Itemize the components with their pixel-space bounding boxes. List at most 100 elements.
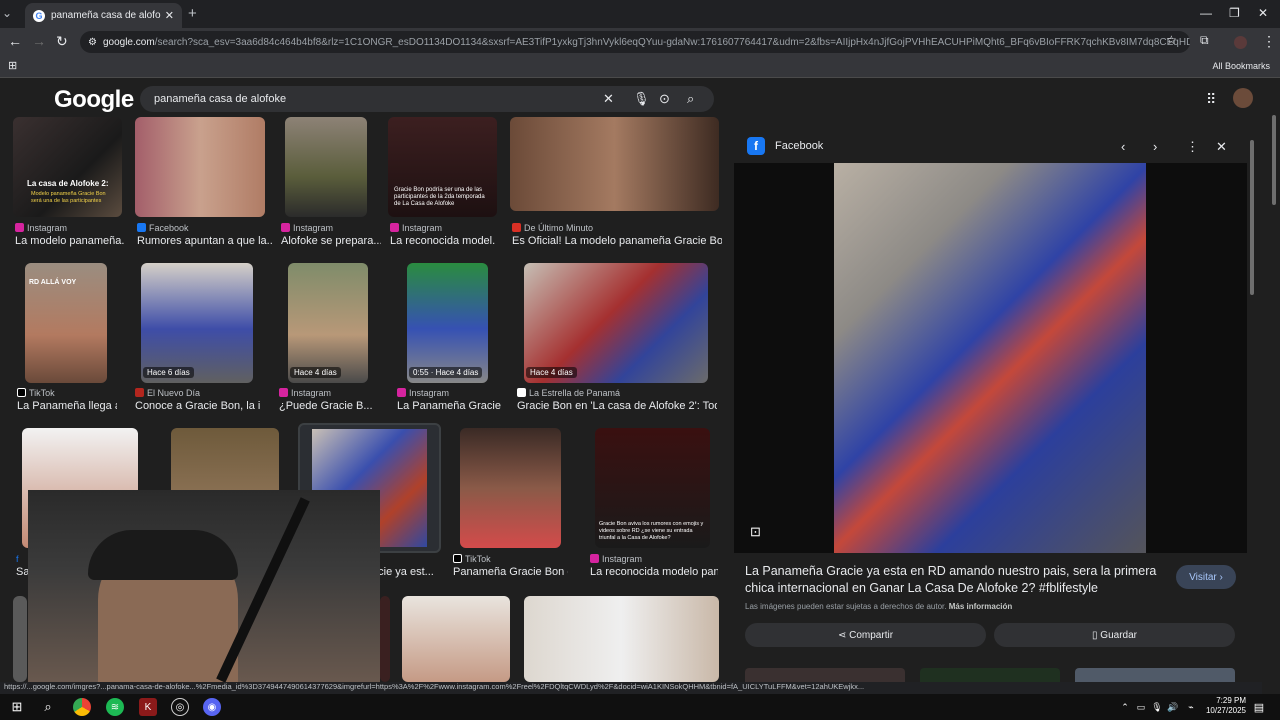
panel-scrollbar[interactable] xyxy=(1250,140,1254,295)
preview-photo xyxy=(834,163,1146,553)
facebook-icon: f xyxy=(747,137,765,155)
url-host: google.com xyxy=(102,36,155,48)
volume-icon[interactable]: 🔊 xyxy=(1164,698,1182,716)
result-image[interactable]: 0:55 · Hace 4 días xyxy=(407,263,488,383)
app-icon[interactable]: K xyxy=(139,698,157,716)
tab-title: panameña casa de alofoke - Bu xyxy=(51,10,161,21)
save-button[interactable]: ▯ Guardar xyxy=(994,623,1235,647)
related-image[interactable] xyxy=(1075,668,1235,682)
lens-icon[interactable]: ⊙ xyxy=(659,91,670,107)
network-icon[interactable]: ⌁ xyxy=(1182,698,1200,716)
result-caption[interactable]: Panameña Gracie Bon e... xyxy=(453,566,568,578)
apps-grid-icon[interactable]: ⊞ xyxy=(8,59,17,72)
avatar[interactable] xyxy=(1233,88,1253,108)
result-image[interactable] xyxy=(510,117,719,211)
reload-icon[interactable]: ↻ xyxy=(56,33,68,50)
bookmark-star-icon[interactable]: ☆ xyxy=(1166,33,1177,47)
share-button[interactable]: ⋖ Compartir xyxy=(745,623,986,647)
visit-button[interactable]: Visitar › xyxy=(1176,565,1236,589)
result-image[interactable] xyxy=(380,596,390,682)
panel-title[interactable]: La Panameña Gracie ya esta en RD amando … xyxy=(745,563,1175,597)
profile-avatar[interactable] xyxy=(1234,36,1247,49)
discord-icon[interactable]: ◉ xyxy=(203,698,221,716)
search-query[interactable]: panameña casa de alofoke xyxy=(154,93,286,105)
previous-icon[interactable]: ‹ xyxy=(1121,139,1125,154)
tab-strip: ⌄ G panameña casa de alofoke - Bu ✕ + — … xyxy=(0,0,1280,28)
minimize-icon[interactable]: — xyxy=(1200,6,1212,20)
panel-source[interactable]: Facebook xyxy=(775,140,823,152)
next-icon[interactable]: › xyxy=(1153,139,1157,154)
lens-search-icon[interactable]: ⊡ xyxy=(750,524,761,540)
google-logo[interactable]: Google xyxy=(54,86,134,114)
result-caption[interactable]: Gracie Bon en 'La casa de Alofoke 2': To… xyxy=(517,400,717,412)
result-caption[interactable]: Es Oficial! La modelo panameña Gracie Bo… xyxy=(512,235,722,247)
overlay-text: RD ALLÁ VOY xyxy=(29,279,77,286)
bookmark-icon: ▯ xyxy=(1092,629,1101,641)
overlay-text: Gracie Bon aviva los rumores con emojis … xyxy=(599,521,704,541)
url-rest: /search?sca_esv=3aa6d84c464b4bf8&rlz=1C1… xyxy=(154,36,1190,48)
result-caption[interactable]: Rumores apuntan a que la... xyxy=(137,235,272,247)
result-image[interactable] xyxy=(524,596,719,682)
tab-close-icon[interactable]: ✕ xyxy=(165,9,174,22)
result-image[interactable] xyxy=(402,596,510,682)
result-caption[interactable]: Sa... xyxy=(16,566,28,578)
notification-icon[interactable]: ▤ xyxy=(1250,698,1268,716)
clock-date: 10/27/2025 xyxy=(1205,706,1246,715)
result-image[interactable]: Gracie Bon aviva los rumores con emojis … xyxy=(595,428,710,548)
result-caption[interactable]: La reconocida modelo pana... xyxy=(590,566,718,578)
active-tab[interactable]: G panameña casa de alofoke - Bu ✕ xyxy=(25,3,182,28)
more-options-icon[interactable]: ⋮ xyxy=(1186,139,1199,155)
result-source: TikTok xyxy=(453,554,491,564)
preview-image[interactable] xyxy=(734,163,1247,553)
back-icon[interactable]: ← xyxy=(8,33,22,49)
all-bookmarks[interactable]: All Bookmarks xyxy=(1212,61,1270,71)
result-caption[interactable]: Conoce a Gracie Bon, la i... xyxy=(135,400,260,412)
result-image[interactable]: RD ALLÁ VOY xyxy=(25,263,107,383)
forward-icon[interactable]: → xyxy=(32,33,46,49)
overlay-text: Gracie Bon podría ser una de las partici… xyxy=(394,187,485,207)
time-badge: Hace 6 días xyxy=(143,367,194,378)
result-image[interactable] xyxy=(135,117,265,217)
result-caption[interactable]: Alofoke se prepara... xyxy=(281,235,381,247)
search-icon[interactable]: ⌕ xyxy=(687,91,694,107)
more-info-link[interactable]: Más información xyxy=(949,602,1013,611)
result-image[interactable]: Gracie Bon podría ser una de las partici… xyxy=(388,117,497,217)
page-scrollbar[interactable] xyxy=(1272,115,1276,205)
search-box[interactable]: panameña casa de alofoke ✕ 🎙 ⊙ ⌕ xyxy=(140,86,714,112)
address-bar[interactable]: ⚙ google.com /search?sca_esv=3aa6d84c464… xyxy=(80,31,1190,53)
result-image[interactable] xyxy=(285,117,367,217)
mic-icon[interactable]: 🎙 xyxy=(633,91,650,107)
menu-icon[interactable]: ⋮ xyxy=(1262,33,1276,50)
clear-icon[interactable]: ✕ xyxy=(603,91,614,107)
overlay-text: Modelo panameña Gracie Bon será una de l… xyxy=(31,191,106,204)
taskbar-clock[interactable]: 7:29 PM 10/27/2025 xyxy=(1206,696,1246,716)
obs-icon[interactable]: ◎ xyxy=(171,698,189,716)
related-image[interactable] xyxy=(745,668,905,682)
result-caption[interactable]: ¿Puede Gracie B... xyxy=(279,400,379,412)
result-image[interactable]: Hace 6 días xyxy=(141,263,253,383)
close-panel-icon[interactable]: ✕ xyxy=(1216,139,1227,155)
result-image[interactable]: Hace 4 días xyxy=(524,263,708,383)
windows-start-icon[interactable]: ⊞ xyxy=(8,698,26,716)
result-caption[interactable]: La modelo panameña... xyxy=(15,235,125,247)
spotify-icon[interactable]: ≋ xyxy=(106,698,124,716)
share-icon: ⋖ xyxy=(837,629,850,641)
result-caption[interactable]: La reconocida model... xyxy=(390,235,495,247)
result-image[interactable] xyxy=(460,428,561,548)
new-tab-icon[interactable]: + xyxy=(188,5,197,22)
site-info-icon[interactable]: ⚙ xyxy=(88,37,97,48)
tab-search-chevron-icon[interactable]: ⌄ xyxy=(2,6,12,20)
result-caption[interactable]: La Panameña llega a... xyxy=(17,400,117,412)
result-image[interactable]: La casa de Alofoke 2: Modelo panameña Gr… xyxy=(13,117,122,217)
google-apps-icon[interactable]: ⠿ xyxy=(1206,91,1216,108)
search-icon[interactable]: ⌕ xyxy=(39,698,57,716)
result-source: Instagram xyxy=(397,388,449,398)
close-window-icon[interactable]: ✕ xyxy=(1258,6,1268,20)
result-image[interactable] xyxy=(13,596,27,682)
chrome-icon[interactable] xyxy=(73,698,91,716)
result-caption[interactable]: La Panameña Gracie... xyxy=(397,400,502,412)
restore-icon[interactable]: ❐ xyxy=(1229,6,1240,20)
result-image[interactable]: Hace 4 días xyxy=(288,263,368,383)
extensions-icon[interactable]: ⧉ xyxy=(1200,33,1209,48)
related-image[interactable] xyxy=(920,668,1060,682)
